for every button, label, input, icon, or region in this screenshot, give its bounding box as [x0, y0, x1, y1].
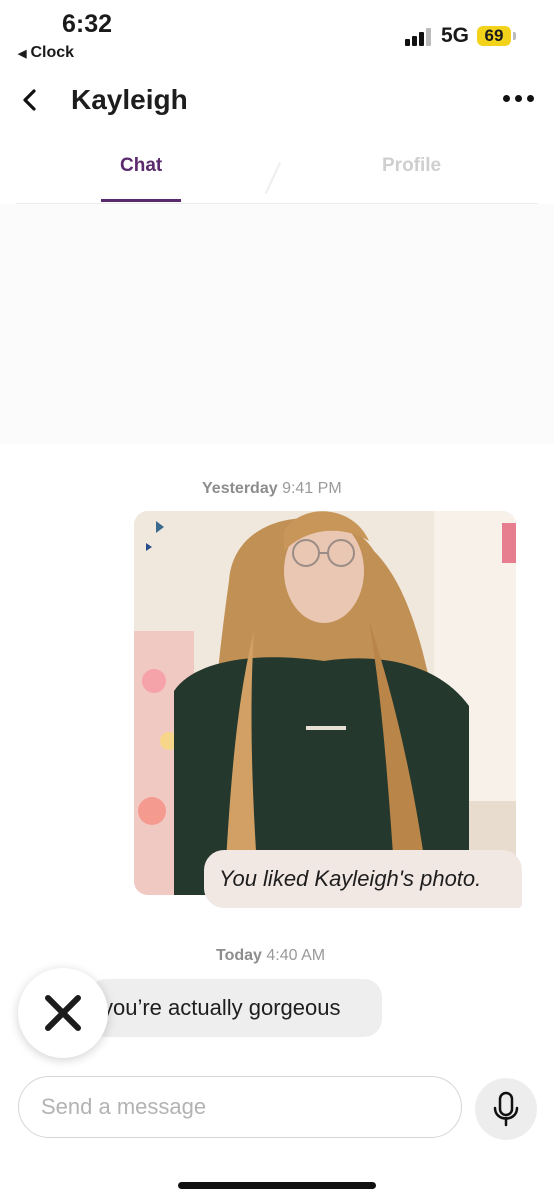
timestamp: Yesterday 9:41 PM	[202, 480, 342, 498]
more-options-button[interactable]	[498, 88, 538, 108]
timestamp-day: Today	[216, 947, 262, 964]
message-list[interactable]: Yesterday 9:41 PM You liked Kayleigh's p…	[0, 204, 554, 1058]
tab-profile[interactable]: Profile	[382, 155, 441, 177]
profile-photo-image	[134, 511, 516, 895]
battery-tip	[513, 32, 516, 40]
battery-icon: 69	[477, 26, 511, 46]
incoming-message-bubble[interactable]: you’re actually gorgeous	[88, 979, 382, 1037]
timestamp: Today 4:40 AM	[216, 947, 325, 965]
liked-photo[interactable]	[134, 511, 516, 895]
tab-bar: Chat Profile	[16, 135, 538, 204]
network-type: 5G	[441, 24, 470, 47]
back-button[interactable]	[14, 84, 46, 116]
back-to-app-link[interactable]: ◀ Clock	[18, 44, 74, 62]
status-bar: 6:32 ◀ Clock 5G 69	[0, 0, 554, 70]
timestamp-time: 9:41 PM	[282, 480, 342, 497]
liked-photo-notice: You liked Kayleigh's photo.	[204, 850, 522, 908]
microphone-icon	[493, 1091, 519, 1127]
active-tab-indicator	[101, 199, 181, 202]
chevron-left-icon	[23, 89, 36, 111]
message-input[interactable]	[18, 1076, 462, 1138]
page-title: Kayleigh	[71, 84, 188, 115]
timestamp-day: Yesterday	[202, 480, 278, 497]
empty-history-area	[0, 204, 554, 444]
status-time: 6:32	[62, 10, 113, 38]
timestamp-time: 4:40 AM	[266, 947, 326, 964]
voice-message-button[interactable]	[475, 1078, 537, 1140]
close-x-icon	[45, 995, 81, 1031]
tab-divider	[264, 162, 282, 194]
tab-chat[interactable]: Chat	[120, 155, 162, 177]
chat-header: Kayleigh	[0, 70, 554, 132]
back-app-label: Clock	[30, 44, 75, 61]
home-indicator	[178, 1182, 376, 1189]
unmatch-button[interactable]	[18, 968, 108, 1058]
signal-icon	[405, 28, 433, 46]
back-triangle-icon: ◀	[18, 47, 27, 60]
more-dots-icon	[502, 94, 510, 102]
